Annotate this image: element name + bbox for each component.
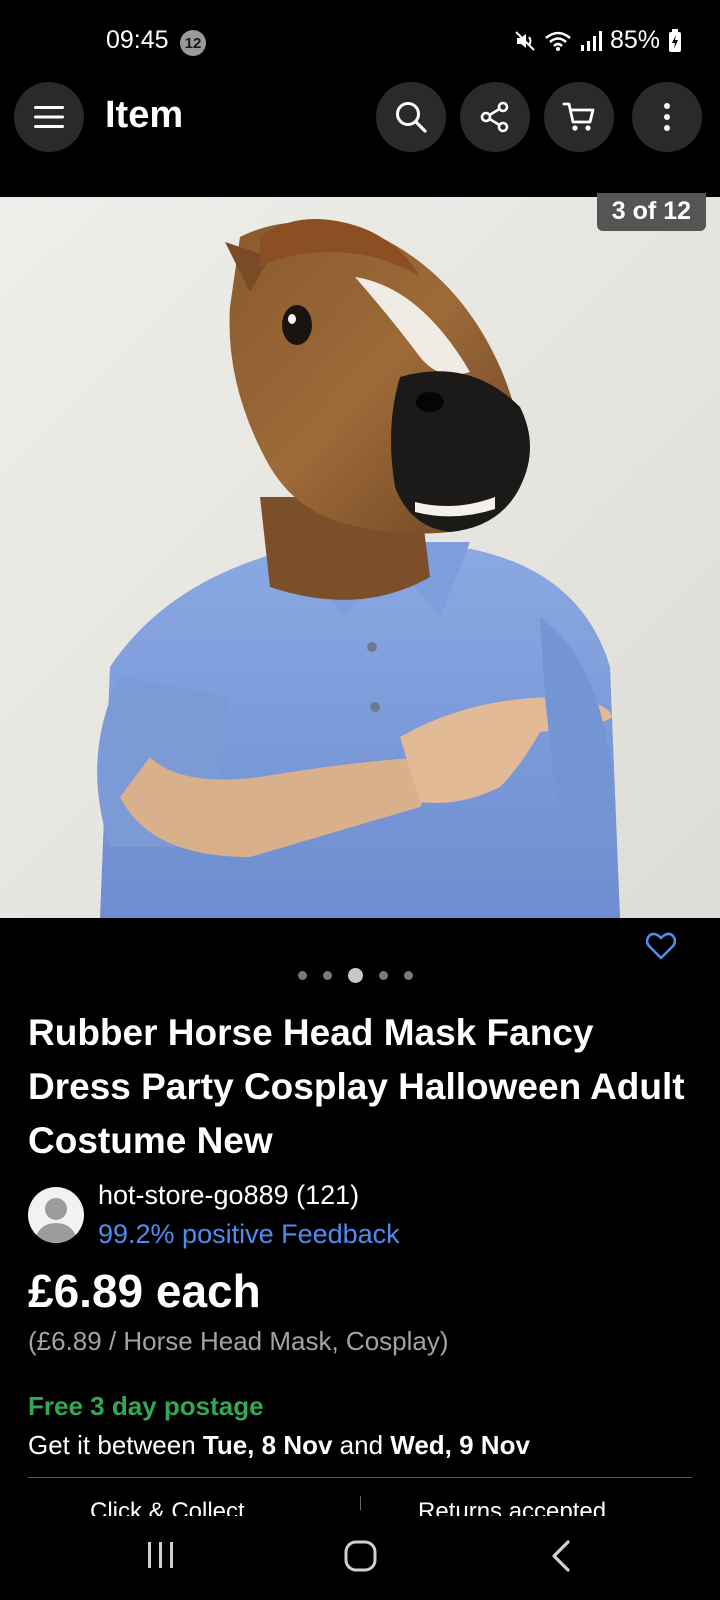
pagination-dot[interactable]	[323, 971, 332, 980]
image-counter: 3 of 12	[596, 193, 706, 231]
signal-icon	[580, 30, 602, 51]
returns-option[interactable]: Returns accepted	[418, 1498, 606, 1516]
pagination-dot[interactable]	[379, 971, 388, 980]
more-options-button[interactable]	[632, 82, 702, 152]
search-icon	[396, 102, 427, 133]
cart-button[interactable]	[544, 82, 614, 152]
share-button[interactable]	[460, 82, 530, 152]
unit-price: (£6.89 / Horse Head Mask, Cosplay)	[28, 1326, 449, 1356]
image-pagination-dots	[298, 968, 413, 983]
delivery-estimate: Get it between Tue, 8 Nov and Wed, 9 Nov	[28, 1430, 530, 1461]
menu-icon	[34, 106, 64, 128]
watchlist-heart-icon[interactable]	[646, 932, 676, 960]
battery-level: 85%	[609, 26, 660, 54]
postage-info: Free 3 day postage	[28, 1391, 264, 1421]
notification-count-badge: 12	[180, 30, 206, 56]
delivery-prefix: Get it between	[28, 1430, 203, 1460]
page-title: Item	[105, 94, 184, 136]
more-icon	[664, 103, 670, 131]
collect-option[interactable]: Click & Collect	[90, 1498, 245, 1516]
share-icon	[480, 101, 509, 133]
cart-icon	[562, 102, 595, 131]
recent-apps-icon[interactable]	[146, 1540, 176, 1570]
pagination-dot-active[interactable]	[348, 968, 363, 983]
seller-name-link[interactable]: hot-store-go889 (121)	[98, 1180, 359, 1211]
pagination-dot[interactable]	[298, 971, 307, 980]
mute-icon	[515, 30, 535, 51]
horse-mask-photo	[0, 197, 720, 918]
seller-feedback-link[interactable]: 99.2% positive Feedback	[98, 1219, 400, 1250]
shipping-options-row: Click & Collect Returns accepted	[0, 1494, 720, 1516]
menu-button[interactable]	[14, 82, 84, 152]
app-bar: Item	[0, 80, 720, 196]
home-icon[interactable]	[344, 1540, 378, 1572]
delivery-date-end: Wed, 9 Nov	[390, 1430, 530, 1460]
listing-title: Rubber Horse Head Mask Fancy Dress Party…	[28, 1012, 685, 1161]
status-icons: 85%	[514, 26, 682, 55]
delivery-middle: and	[332, 1430, 391, 1460]
section-divider	[28, 1477, 692, 1478]
seller-avatar[interactable]	[28, 1187, 84, 1243]
delivery-date-start: Tue, 8 Nov	[202, 1430, 333, 1460]
pagination-dot[interactable]	[404, 971, 413, 980]
battery-icon	[669, 28, 681, 52]
status-time: 09:45	[106, 26, 169, 54]
product-image[interactable]	[0, 197, 720, 918]
wifi-icon	[545, 31, 571, 51]
status-bar: 09:45 12 85%	[0, 0, 720, 80]
back-icon[interactable]	[550, 1540, 572, 1572]
item-price: £6.89 each	[28, 1265, 261, 1317]
search-button[interactable]	[376, 82, 446, 152]
options-separator	[360, 1496, 361, 1510]
system-nav-bar	[0, 1520, 720, 1600]
user-avatar-icon	[34, 1198, 78, 1243]
